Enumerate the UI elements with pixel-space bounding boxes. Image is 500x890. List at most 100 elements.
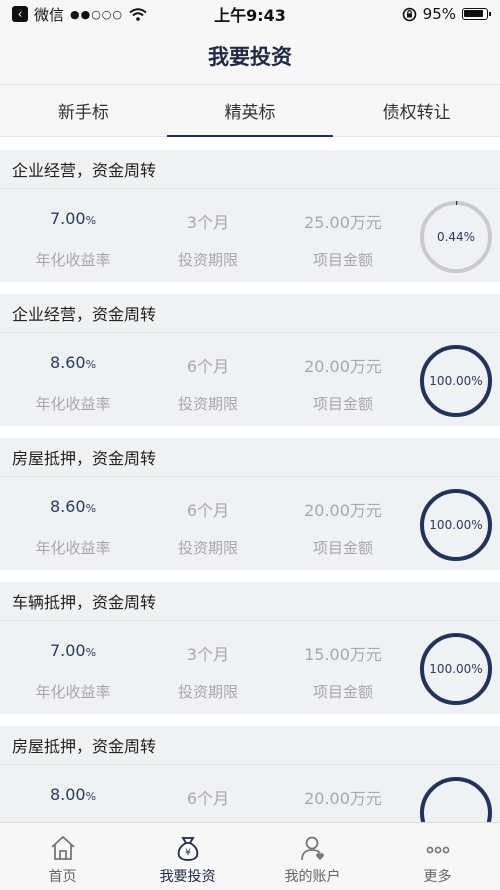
rate-unit: % [85, 502, 97, 515]
rate-label: 年化收益率 [35, 395, 111, 413]
product-title: 企业经营，资金周转 [0, 150, 500, 188]
amount-value: 20.00万元 [304, 357, 382, 376]
term-value: 6个月 [186, 789, 230, 808]
bottom-nav: 首页 ¥ 我要投资 我的账户 更多 [0, 822, 500, 890]
product-list[interactable]: 企业经营，资金周转 7.00% 年化收益率 3个月 投资期限 25.00万元 项… [0, 138, 500, 822]
amount-label: 项目金额 [312, 539, 373, 557]
product-title: 企业经营，资金周转 [0, 294, 500, 332]
rate-unit: % [85, 790, 97, 803]
product-title-text: 车辆抵押，资金周转 [12, 593, 157, 612]
bottom-nav-label: 更多 [423, 869, 452, 885]
battery-icon [462, 8, 491, 20]
rate-number: 8.60 [49, 497, 86, 516]
progress-ring [420, 777, 492, 822]
product-details: 7.00% 年化收益率 3个月 投资期限 15.00万元 项目金额 100.00… [0, 620, 500, 714]
product-title: 房屋抵押，资金周转 [0, 726, 500, 764]
product-details: 8.60% 年化收益率 6个月 投资期限 20.00万元 项目金额 100.00… [0, 476, 500, 570]
wifi-icon [129, 7, 147, 21]
amount-value: 15.00万元 [304, 645, 382, 664]
amount-value: 20.00万元 [304, 501, 382, 520]
status-bar: ‹ 微信 ●●○○○ 上午9:43 95% [0, 0, 500, 28]
product-card[interactable]: 企业经营，资金周转 8.60% 年化收益率 6个月 投资期限 20.00万元 项… [0, 294, 500, 426]
tab-elite[interactable]: 精英标 [166, 85, 334, 137]
term-label: 投资期限 [177, 251, 238, 269]
product-card[interactable]: 企业经营，资金周转 7.00% 年化收益率 3个月 投资期限 25.00万元 项… [0, 150, 500, 282]
progress-ring: 100.00% [420, 633, 492, 705]
rate-value: 8.00% [8, 785, 138, 804]
bottom-nav-more[interactable]: 更多 [375, 823, 500, 890]
user-icon [300, 836, 324, 861]
page-title: 我要投资 [208, 45, 292, 69]
amount-label: 项目金额 [312, 251, 373, 269]
home-icon [50, 835, 75, 860]
rate-value: 7.00% [8, 641, 138, 660]
bottom-nav-invest[interactable]: ¥ 我要投资 [125, 823, 250, 890]
product-title-text: 企业经营，资金周转 [12, 305, 157, 324]
progress-ring-track [420, 777, 492, 822]
amount-label: 项目金额 [312, 683, 373, 701]
rate-label: 年化收益率 [35, 251, 111, 269]
money-bag-icon: ¥ [177, 837, 198, 861]
term-label: 投资期限 [177, 395, 238, 413]
tab-label: 新手标 [57, 103, 109, 123]
rate-value: 8.60% [8, 497, 138, 516]
product-card[interactable]: 房屋抵押，资金周转 8.00% 年化收益率 6个月 投资期限 20.00万元 项… [0, 726, 500, 822]
tab-bar: 新手标 精英标 债权转让 [0, 85, 500, 137]
product-title: 房屋抵押，资金周转 [0, 438, 500, 476]
rate-unit: % [85, 646, 97, 659]
rate-number: 8.60 [49, 353, 86, 372]
bottom-nav-label: 我要投资 [159, 869, 216, 885]
battery-percent: 95% [422, 5, 456, 23]
rate-value: 7.00% [8, 209, 138, 228]
status-app-name: 微信 [34, 5, 65, 24]
more-icon [426, 846, 449, 854]
amount-value: 20.00万元 [304, 789, 382, 808]
rate-label: 年化收益率 [35, 539, 111, 557]
bottom-nav-home[interactable]: 首页 [0, 823, 125, 890]
progress-percent: 100.00% [429, 662, 482, 676]
product-details: 8.00% 年化收益率 6个月 投资期限 20.00万元 项目金额 [0, 764, 500, 822]
tab-label: 债权转让 [382, 103, 451, 123]
progress-percent: 100.00% [429, 518, 482, 532]
rate-number: 8.00 [49, 785, 86, 804]
product-card[interactable]: 房屋抵押，资金周转 8.60% 年化收益率 6个月 投资期限 20.00万元 项… [0, 438, 500, 570]
rate-number: 7.00 [49, 209, 86, 228]
bottom-nav-label: 首页 [48, 869, 77, 885]
term-label: 投资期限 [177, 683, 238, 701]
product-title-text: 房屋抵押，资金周转 [12, 737, 157, 756]
rate-unit: % [85, 358, 97, 371]
amount-value: 25.00万元 [304, 213, 382, 232]
term-label: 投资期限 [177, 539, 238, 557]
signal-strength: ●●○○○ [70, 7, 124, 21]
tab-newbie[interactable]: 新手标 [0, 85, 167, 136]
product-title-text: 企业经营，资金周转 [12, 161, 157, 180]
rate-label: 年化收益率 [35, 683, 111, 701]
nav-bar: 我要投资 [0, 28, 500, 85]
back-chevron-icon[interactable]: ‹ [12, 6, 28, 22]
amount-label: 项目金额 [312, 395, 373, 413]
tab-debt-transfer[interactable]: 债权转让 [333, 85, 500, 136]
product-details: 7.00% 年化收益率 3个月 投资期限 25.00万元 项目金额 0.44% [0, 188, 500, 282]
progress-percent: 0.44% [437, 230, 475, 244]
term-value: 6个月 [186, 357, 230, 376]
progress-ring-fill [420, 777, 492, 822]
progress-percent: 100.00% [429, 374, 482, 388]
product-title-text: 房屋抵押，资金周转 [12, 449, 157, 468]
rotation-lock-icon [402, 7, 416, 21]
term-value: 3个月 [186, 645, 230, 664]
product-details: 8.60% 年化收益率 6个月 投资期限 20.00万元 项目金额 100.00… [0, 332, 500, 426]
bottom-nav-account[interactable]: 我的账户 [250, 823, 375, 890]
product-card[interactable]: 车辆抵押，资金周转 7.00% 年化收益率 3个月 投资期限 15.00万元 项… [0, 582, 500, 714]
product-title: 车辆抵押，资金周转 [0, 582, 500, 620]
svg-text:¥: ¥ [185, 848, 191, 858]
term-value: 6个月 [186, 501, 230, 520]
rate-number: 7.00 [49, 641, 86, 660]
rate-unit: % [85, 214, 97, 227]
rate-value: 8.60% [8, 353, 138, 372]
progress-ring: 0.44% [420, 201, 492, 273]
term-value: 3个月 [186, 213, 230, 232]
progress-ring: 100.00% [420, 489, 492, 561]
bottom-nav-label: 我的账户 [284, 869, 341, 885]
status-time: 上午9:43 [214, 6, 286, 25]
progress-ring: 100.00% [420, 345, 492, 417]
